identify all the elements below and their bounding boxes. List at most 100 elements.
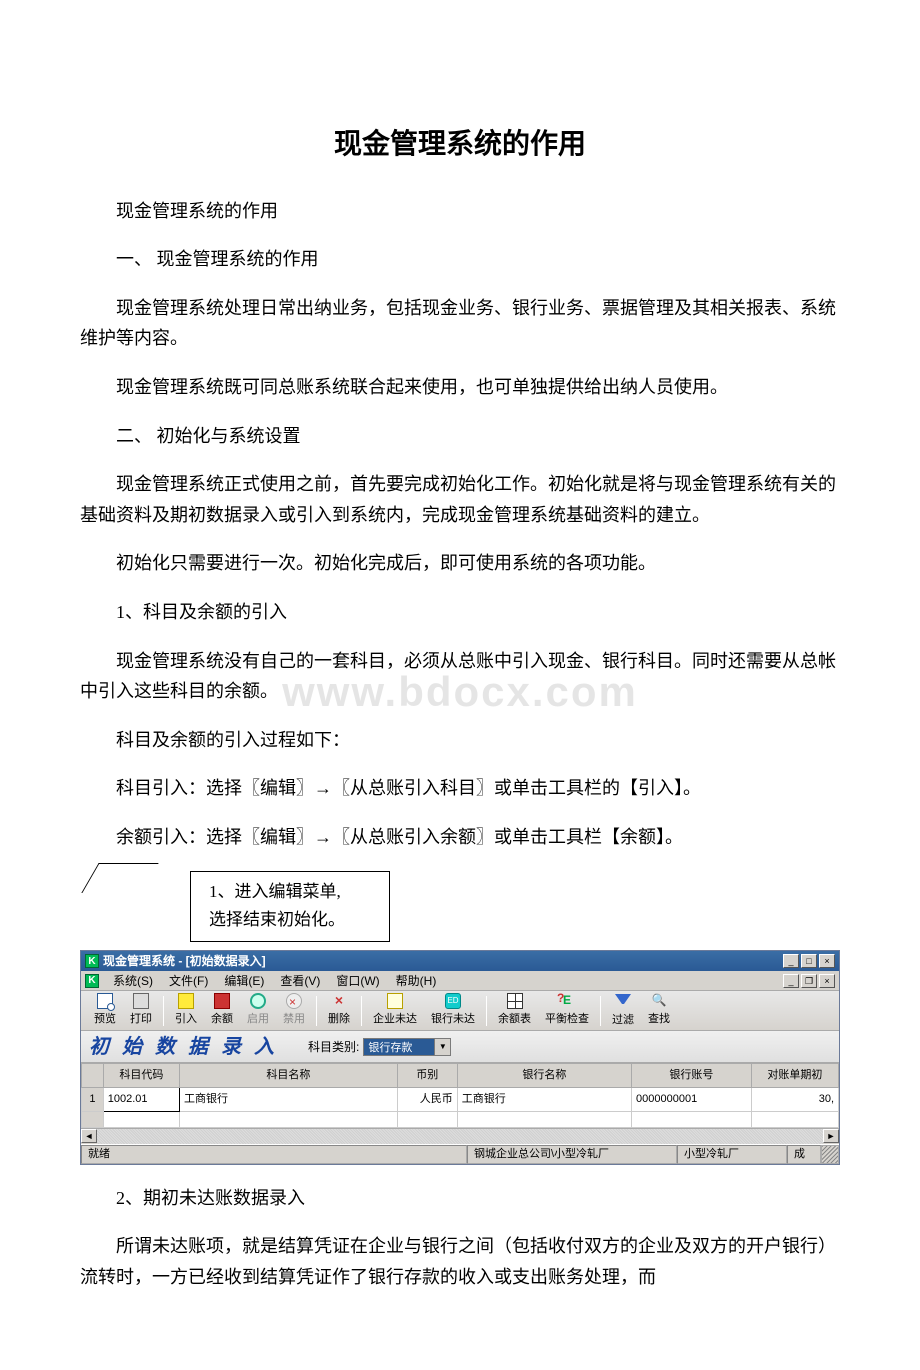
menu-system[interactable]: 系统(S)	[105, 970, 161, 992]
separator	[361, 996, 362, 1026]
col-name[interactable]: 科目名称	[180, 1064, 398, 1088]
col-period-init[interactable]: 对账单期初	[751, 1064, 838, 1088]
category-combo[interactable]: ▼	[363, 1038, 451, 1056]
balance-sheet-button[interactable]: 余额表	[492, 992, 537, 1030]
delete-icon: ×	[331, 993, 347, 1009]
para: 所谓未达账项，就是结算凭证在企业与银行之间（包括收付双方的企业及双方的开户银行）…	[80, 1231, 840, 1292]
menu-view[interactable]: 查看(V)	[272, 970, 328, 992]
para: 余额引入：选择〖编辑〗→〖从总账引入余额〗或单击工具栏【余额】。	[80, 822, 840, 853]
mdi-restore-button[interactable]: ❐	[801, 974, 817, 988]
combo-label: 科目类别:	[308, 1037, 359, 1057]
cell-code[interactable]: 1002.01	[103, 1087, 179, 1111]
resize-grip[interactable]	[821, 1145, 839, 1164]
para: 科目及余额的引入过程如下：	[80, 725, 840, 756]
separator	[600, 996, 601, 1026]
find-button[interactable]: 🔍查找	[642, 992, 676, 1030]
scroll-left-button[interactable]: ◄	[81, 1129, 97, 1143]
callout-leader	[81, 863, 158, 893]
col-bank-name[interactable]: 银行名称	[457, 1064, 631, 1088]
import-button[interactable]: 引入	[169, 992, 203, 1030]
subheading-1: 1、科目及余额的引入	[80, 597, 840, 628]
status-unit: 小型冷轧厂	[677, 1145, 787, 1164]
print-button[interactable]: 打印	[124, 992, 158, 1030]
section-header: 初 始 数 据 录 入 科目类别: ▼	[81, 1031, 839, 1063]
table-row[interactable]: 1 1002.01 工商银行 人民币 工商银行 0000000001 30,	[82, 1087, 839, 1111]
cell-currency[interactable]: 人民币	[397, 1087, 457, 1111]
category-input[interactable]	[364, 1039, 434, 1055]
import-icon	[178, 993, 194, 1009]
cell-period-init[interactable]: 30,	[751, 1087, 838, 1111]
para-intro: 现金管理系统的作用	[80, 196, 840, 227]
scroll-right-button[interactable]: ►	[823, 1129, 839, 1143]
window-title: 现金管理系统 - [初始数据录入]	[103, 951, 266, 971]
maximize-button[interactable]: □	[801, 954, 817, 968]
para: 现金管理系统处理日常出纳业务，包括现金业务、银行业务、票据管理及其相关报表、系统…	[80, 293, 840, 354]
toolbar: 预览 打印 引入 余额 启用 禁用 ×删除 企业未达 ED银行未达 余额表 E平…	[81, 991, 839, 1031]
page-title: 现金管理系统的作用	[80, 120, 840, 168]
titlebar[interactable]: K 现金管理系统 - [初始数据录入] _ □ ×	[81, 951, 839, 971]
col-bank-acct[interactable]: 银行账号	[632, 1064, 752, 1088]
menu-file[interactable]: 文件(F)	[161, 970, 216, 992]
cell-bank-acct[interactable]: 0000000001	[632, 1087, 752, 1111]
mdi-minimize-button[interactable]: _	[783, 974, 799, 988]
disable-icon	[286, 993, 302, 1009]
status-ready: 就绪	[81, 1145, 467, 1164]
filter-icon	[615, 994, 631, 1010]
callout-line2: 选择结束初始化。	[209, 906, 371, 935]
separator	[486, 996, 487, 1026]
check-icon: E	[559, 993, 575, 1009]
cell-rownum: 1	[82, 1087, 104, 1111]
balance-button[interactable]: 余额	[205, 992, 239, 1030]
corp-pending-button[interactable]: 企业未达	[367, 992, 423, 1030]
filter-button[interactable]: 过滤	[606, 991, 640, 1031]
preview-icon	[97, 993, 113, 1009]
mdi-icon[interactable]: K	[85, 974, 99, 988]
heading-2: 二、 初始化与系统设置	[80, 421, 840, 452]
para: 科目引入：选择〖编辑〗→〖从总账引入科目〗或单击工具栏的【引入】。	[80, 773, 840, 804]
para: 现金管理系统正式使用之前，首先要完成初始化工作。初始化就是将与现金管理系统有关的…	[80, 469, 840, 530]
callout-line1: 1、进入编辑菜单,	[209, 878, 371, 907]
status-flag: 成	[787, 1145, 821, 1164]
h-scrollbar[interactable]: ◄ ►	[81, 1128, 839, 1144]
table-icon	[507, 993, 523, 1009]
statusbar: 就绪 钢城企业总公司\小型冷轧厂 小型冷轧厂 成	[81, 1144, 839, 1164]
delete-button[interactable]: ×删除	[322, 992, 356, 1030]
disable-button[interactable]: 禁用	[277, 992, 311, 1030]
minimize-button[interactable]: _	[783, 954, 799, 968]
col-rownum[interactable]	[82, 1064, 104, 1088]
app-window: K 现金管理系统 - [初始数据录入] _ □ × K 系统(S) 文件(F) …	[80, 950, 840, 1164]
data-grid[interactable]: 科目代码 科目名称 币别 银行名称 银行账号 对账单期初 1 1002.01 工…	[81, 1063, 839, 1127]
callout: 1、进入编辑菜单, 选择结束初始化。	[120, 871, 410, 943]
heading-1: 一、 现金管理系统的作用	[80, 244, 840, 275]
balance-icon	[214, 993, 230, 1009]
col-currency[interactable]: 币别	[397, 1064, 457, 1088]
enable-icon	[250, 993, 266, 1009]
balance-check-button[interactable]: E平衡检查	[539, 992, 595, 1030]
section-title: 初 始 数 据 录 入	[89, 1030, 278, 1064]
grid-header-row: 科目代码 科目名称 币别 银行名称 银行账号 对账单期初	[82, 1064, 839, 1088]
menu-window[interactable]: 窗口(W)	[328, 970, 387, 992]
preview-button[interactable]: 预览	[88, 992, 122, 1030]
separator	[316, 996, 317, 1026]
separator	[163, 996, 164, 1026]
para: 初始化只需要进行一次。初始化完成后，即可使用系统的各项功能。	[80, 548, 840, 579]
mdi-close-button[interactable]: ×	[819, 974, 835, 988]
close-button[interactable]: ×	[819, 954, 835, 968]
cell-bank-name[interactable]: 工商银行	[457, 1087, 631, 1111]
find-icon: 🔍	[651, 993, 667, 1009]
cell-name[interactable]: 工商银行	[180, 1087, 398, 1111]
scroll-track[interactable]	[97, 1129, 823, 1144]
menu-help[interactable]: 帮助(H)	[388, 970, 445, 992]
subheading-2: 2、期初未达账数据录入	[80, 1183, 840, 1214]
document-icon	[387, 993, 403, 1009]
para: 现金管理系统没有自己的一套科目，必须从总账中引入现金、银行科目。同时还需要从总帐…	[80, 646, 840, 707]
edit-icon: ED	[445, 993, 461, 1009]
enable-button[interactable]: 启用	[241, 992, 275, 1030]
menubar: K 系统(S) 文件(F) 编辑(E) 查看(V) 窗口(W) 帮助(H) _ …	[81, 971, 839, 991]
table-row[interactable]	[82, 1111, 839, 1127]
menu-edit[interactable]: 编辑(E)	[216, 970, 272, 992]
bank-pending-button[interactable]: ED银行未达	[425, 992, 481, 1030]
col-code[interactable]: 科目代码	[103, 1064, 179, 1088]
status-org: 钢城企业总公司\小型冷轧厂	[467, 1145, 677, 1164]
chevron-down-icon[interactable]: ▼	[434, 1039, 450, 1055]
